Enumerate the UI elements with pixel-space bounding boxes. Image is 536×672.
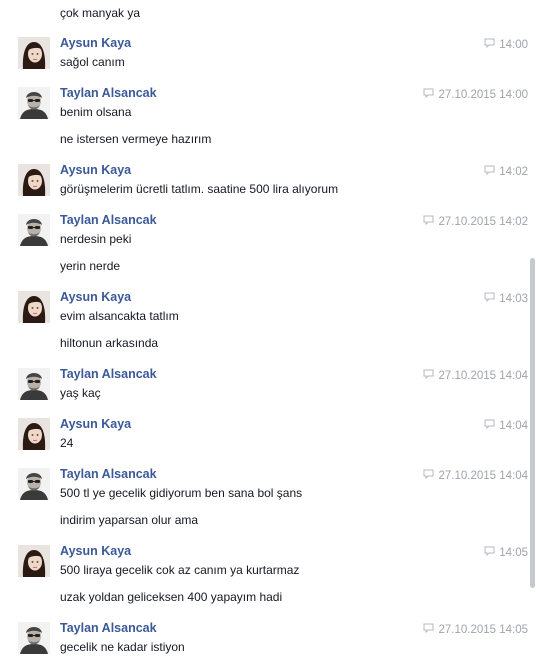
sender-name[interactable]: Aysun Kaya <box>60 290 131 304</box>
chat-bubble-icon <box>423 88 434 101</box>
message-text: uzak yoldan geliceksen 400 yapayım hadi <box>60 590 283 604</box>
timestamp: 27.10.2015 14:00 <box>423 88 528 101</box>
chat-bubble-icon <box>484 546 495 559</box>
sender-name[interactable]: Taylan Alsancak <box>60 367 157 381</box>
message-text: hiltonun arkasında <box>60 336 159 350</box>
message-text: indirim yaparsan olur ama <box>60 513 199 527</box>
message-text: 24 <box>60 436 74 450</box>
timestamp: 27.10.2015 14:04 <box>423 369 528 382</box>
timestamp: 14:05 <box>484 546 528 559</box>
message-text: benim olsana <box>60 105 132 119</box>
message-text: görüşmelerim ücretli tatlım. saatine 500… <box>60 182 339 196</box>
timestamp: 14:00 <box>484 38 528 51</box>
message-text: nerdesin peki <box>60 232 132 246</box>
avatar[interactable] <box>18 291 50 323</box>
chat-bubble-icon <box>423 369 434 382</box>
timestamp: 14:04 <box>484 419 528 432</box>
chat-bubble-icon <box>484 419 495 432</box>
sender-name[interactable]: Taylan Alsancak <box>60 621 157 635</box>
timestamp: 27.10.2015 14:02 <box>423 215 528 228</box>
sender-name[interactable]: Aysun Kaya <box>60 36 131 50</box>
message-text: yaş kaç <box>60 386 101 400</box>
message-text: gecelik ne kadar istiyon <box>60 640 185 654</box>
sender-name[interactable]: Taylan Alsancak <box>60 467 157 481</box>
avatar[interactable] <box>18 87 50 119</box>
message-text: sağol canım <box>60 55 125 69</box>
sender-name[interactable]: Taylan Alsancak <box>60 86 157 100</box>
avatar[interactable] <box>18 164 50 196</box>
sender-name[interactable]: Aysun Kaya <box>60 544 131 558</box>
chat-bubble-icon <box>484 292 495 305</box>
chat-bubble-icon <box>423 215 434 228</box>
scrollbar-track[interactable] <box>528 0 536 672</box>
avatar[interactable] <box>18 214 50 246</box>
sender-name[interactable]: Taylan Alsancak <box>60 213 157 227</box>
chat-bubble-icon <box>484 38 495 51</box>
message-text: yerin nerde <box>60 259 121 273</box>
avatar[interactable] <box>18 37 50 69</box>
scrollbar-thumb[interactable] <box>530 258 535 588</box>
avatar[interactable] <box>18 468 50 500</box>
avatar[interactable] <box>18 418 50 450</box>
message-text: 500 liraya gecelik cok az canım ya kurta… <box>60 563 300 577</box>
sender-name[interactable]: Aysun Kaya <box>60 163 131 177</box>
timestamp: 27.10.2015 14:04 <box>423 469 528 482</box>
message-thread: çok manyak ya Aysun Kaya 14:00 sağol can… <box>0 0 528 672</box>
timestamp: 27.10.2015 14:05 <box>423 623 528 636</box>
timestamp: 14:03 <box>484 292 528 305</box>
chat-bubble-icon <box>484 165 495 178</box>
avatar[interactable] <box>18 545 50 577</box>
chat-bubble-icon <box>423 469 434 482</box>
message-text: evim alsancakta tatlım <box>60 309 179 323</box>
avatar[interactable] <box>18 368 50 400</box>
message-text: ne istersen vermeye hazırım <box>60 132 212 146</box>
avatar[interactable] <box>18 622 50 654</box>
sender-name[interactable]: Aysun Kaya <box>60 417 131 431</box>
timestamp: 14:02 <box>484 165 528 178</box>
message-text: 500 tl ye gecelik gidiyorum ben sana bol… <box>60 486 303 500</box>
chat-bubble-icon <box>423 623 434 636</box>
message-text: çok manyak ya <box>60 6 141 20</box>
